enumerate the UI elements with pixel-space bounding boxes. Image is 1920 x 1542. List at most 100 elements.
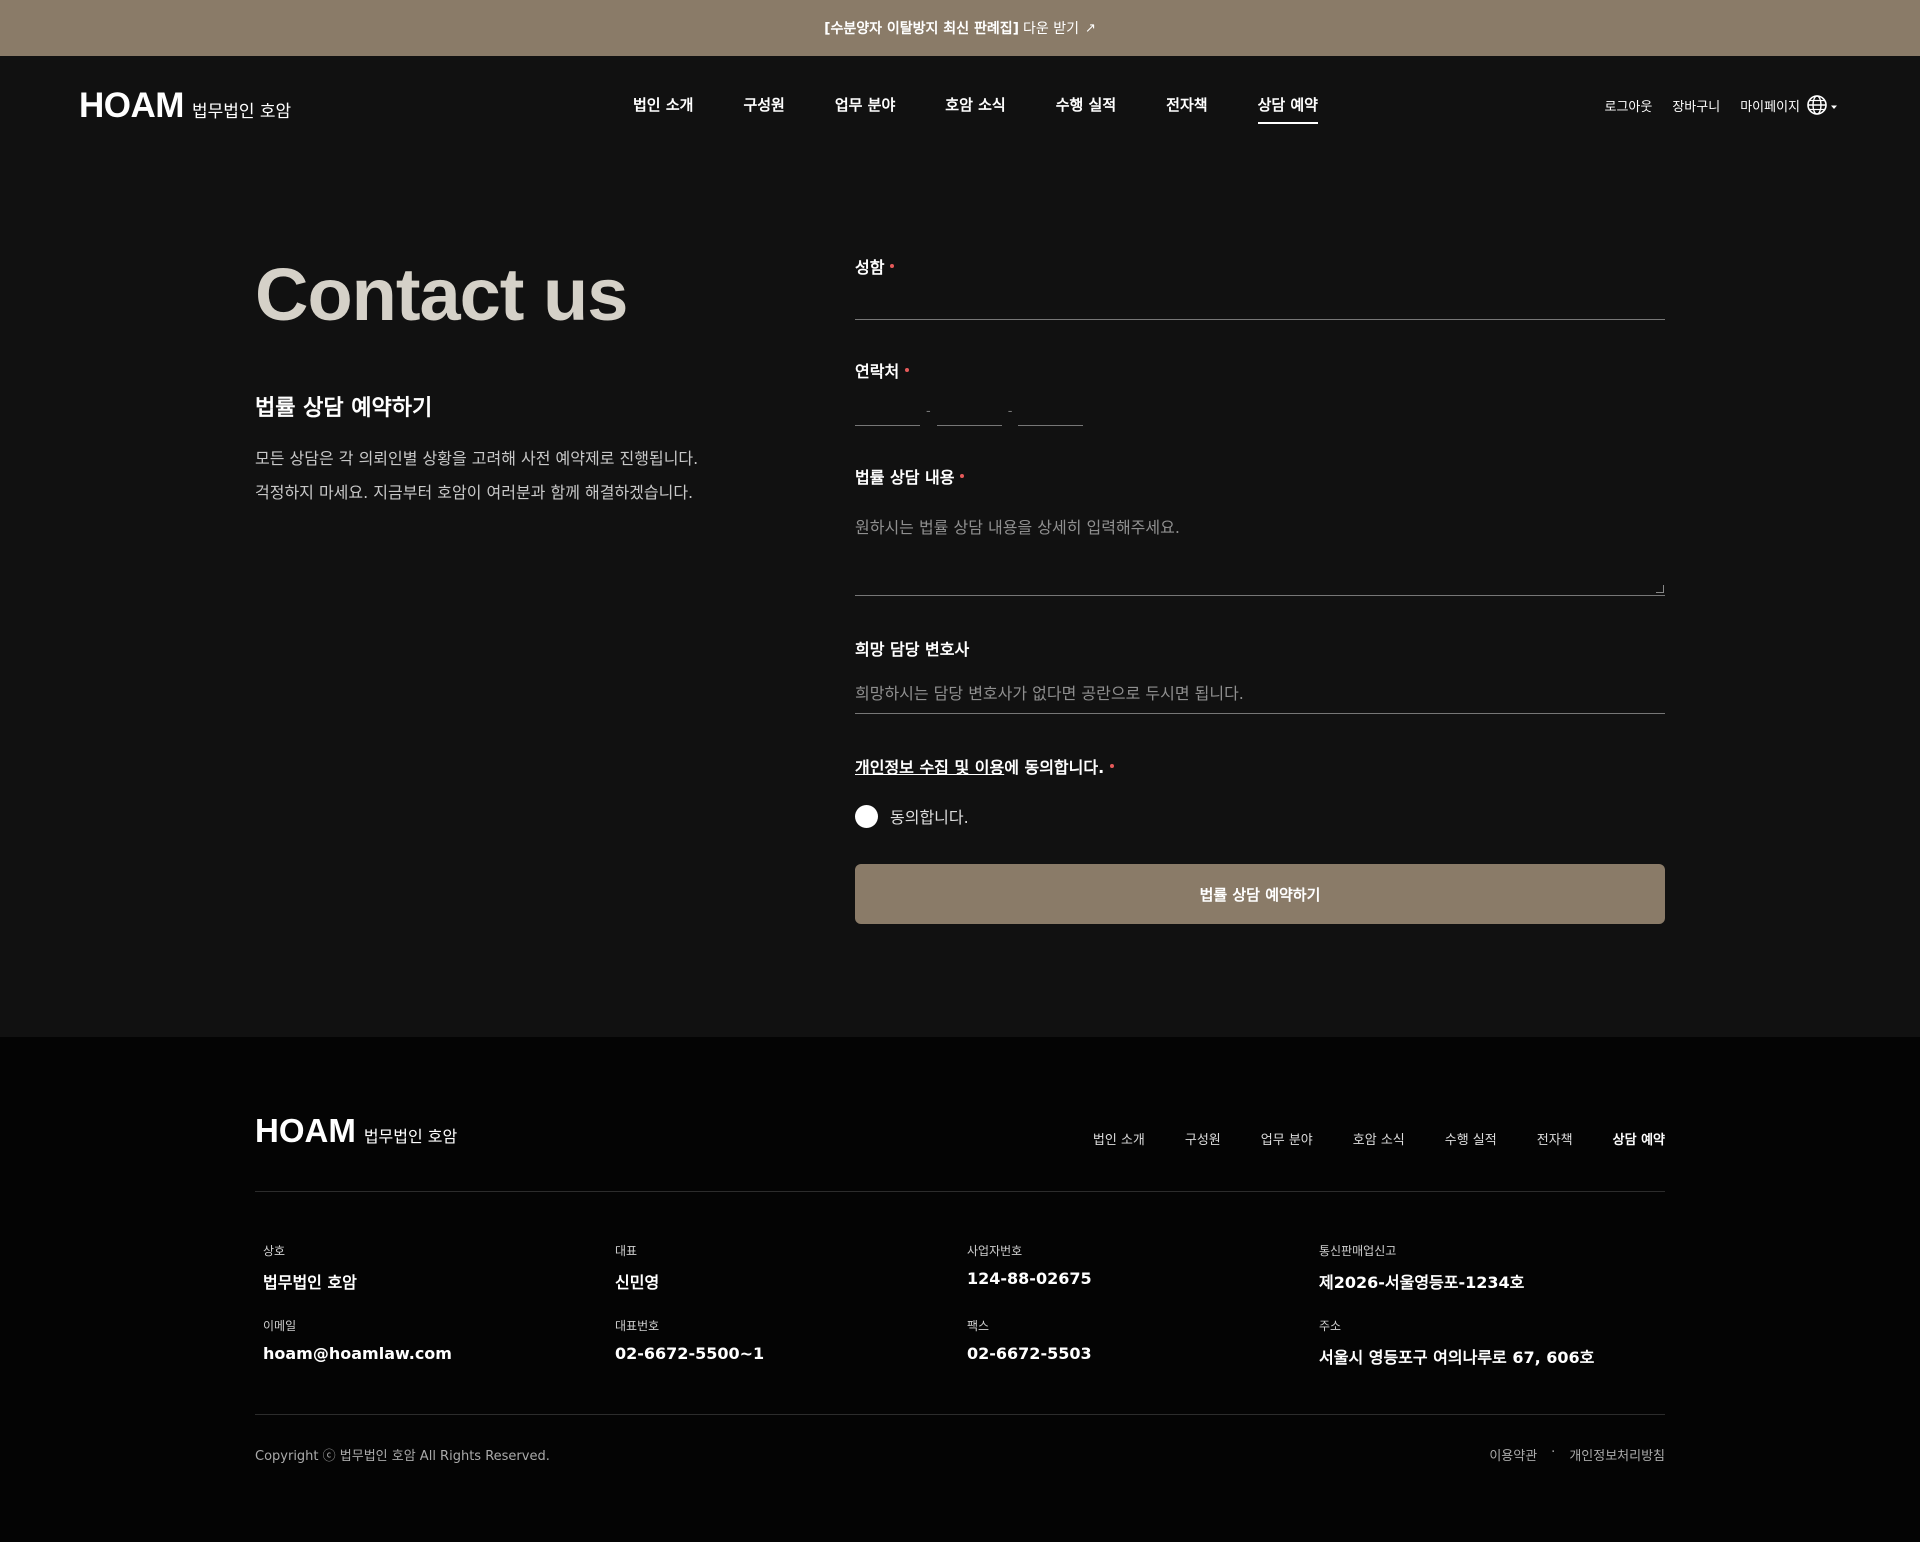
content-placeholder: 원하시는 법률 상담 내용을 상세히 입력해주세요.: [855, 518, 1180, 537]
content-label-text: 법률 상담 내용: [855, 468, 955, 487]
site-footer: HOAM 법무법인 호암 법인 소개 구성원 업무 분야 호암 소식 수행 실적…: [0, 1037, 1920, 1542]
legal-links: 이용약관 · 개인정보처리방침: [1489, 1445, 1665, 1464]
phone-label-text: 연락처: [855, 362, 900, 381]
info-key: 이메일: [263, 1319, 297, 1333]
announcement-title: [수분양자 이탈방지 최신 판례집]: [824, 21, 1019, 37]
info-key: 상호: [263, 1244, 286, 1258]
footer-nav-item-practice[interactable]: 업무 분야: [1261, 1129, 1313, 1148]
info-main-phone: 대표번호 02-6672-5500~1: [615, 1317, 967, 1368]
content-textarea[interactable]: 원하시는 법률 상담 내용을 상세히 입력해주세요.: [855, 514, 1665, 596]
site-logo[interactable]: HOAM 법무법인 호암: [79, 86, 291, 126]
nav-item-practice[interactable]: 업무 분야: [835, 94, 895, 124]
footer-logo[interactable]: HOAM 법무법인 호암: [255, 1112, 457, 1150]
info-key: 팩스: [967, 1319, 990, 1333]
info-value: 제2026-서울영등포-1234호: [1319, 1273, 1525, 1292]
cart-link[interactable]: 장바구니: [1672, 96, 1720, 115]
main-nav: 법인 소개 구성원 업무 분야 호암 소식 수행 실적 전자책 상담 예약: [633, 94, 1368, 124]
info-key: 사업자번호: [967, 1244, 1023, 1258]
agree-radio[interactable]: [855, 804, 878, 828]
required-indicator: [960, 474, 965, 478]
info-ecommerce-registration: 통신판매업신고 제2026-서울영등포-1234호: [1319, 1242, 1665, 1293]
name-label: 성함: [855, 254, 1665, 278]
info-value: 02-6672-5500~1: [615, 1344, 765, 1363]
consent-option[interactable]: 동의합니다.: [855, 804, 1665, 828]
nav-item-members[interactable]: 구성원: [743, 94, 784, 124]
logo-subtitle: 법무법인 호암: [191, 102, 292, 122]
info-value: 서울시 영등포구 여의나루로 67, 606호: [1319, 1348, 1595, 1367]
phone-separator: -: [926, 404, 931, 419]
info-value: 124-88-02675: [967, 1269, 1092, 1288]
footer-nav-item-ebook[interactable]: 전자책: [1537, 1129, 1573, 1148]
consent-label: 개인정보 수집 및 이용 에 동의합니다.: [855, 754, 1665, 778]
footer-logo-subtitle: 법무법인 호암: [363, 1127, 458, 1146]
required-indicator: [1110, 764, 1115, 768]
announcement-download-link[interactable]: 다운 받기: [1023, 18, 1079, 38]
footer-nav-item-cases[interactable]: 수행 실적: [1445, 1129, 1497, 1148]
site-header: HOAM 법무법인 호암 법인 소개 구성원 업무 분야 호암 소식 수행 실적…: [0, 56, 1920, 156]
footer-nav-item-about[interactable]: 법인 소개: [1093, 1129, 1145, 1148]
privacy-policy-link[interactable]: 개인정보 수집 및 이용: [855, 754, 1004, 778]
info-company-name: 상호 법무법인 호암: [263, 1242, 615, 1293]
arrow-up-right-icon: ↗: [1084, 20, 1096, 36]
info-value: 신민영: [615, 1273, 660, 1292]
language-selector[interactable]: [1806, 94, 1840, 120]
info-value: 02-6672-5503: [967, 1344, 1092, 1363]
mypage-link[interactable]: 마이페이지: [1740, 96, 1800, 115]
phone-input-part3[interactable]: [1018, 406, 1084, 426]
announcement-bar[interactable]: [수분양자 이탈방지 최신 판례집] 다운 받기 ↗: [0, 0, 1920, 56]
section-subtitle: 법률 상담 예약하기: [255, 396, 433, 421]
info-key: 주소: [1319, 1319, 1342, 1333]
content-label: 법률 상담 내용: [855, 464, 1665, 488]
phone-input-group: - -: [855, 404, 1665, 426]
info-key: 대표: [615, 1244, 638, 1258]
logo-wordmark: HOAM: [79, 86, 184, 125]
info-email: 이메일 hoam@hoamlaw.com: [263, 1317, 615, 1368]
section-description: 모든 상담은 각 의뢰인별 상황을 고려해 사전 예약제로 진행됩니다. 걱정하…: [255, 442, 815, 510]
footer-divider: [255, 1414, 1665, 1415]
phone-input-part1[interactable]: [855, 406, 920, 426]
nav-item-news[interactable]: 호암 소식: [945, 94, 1005, 124]
description-line: 모든 상담은 각 의뢰인별 상황을 고려해 사전 예약제로 진행됩니다.: [255, 449, 699, 468]
chevron-down-icon: [1828, 98, 1840, 117]
info-value: 법무법인 호암: [263, 1273, 357, 1292]
company-info: 상호 법무법인 호암 대표 신민영 사업자번호 124-88-02675 통신판…: [263, 1242, 1665, 1368]
globe-icon: [1806, 94, 1828, 120]
lawyer-input[interactable]: 희망하시는 담당 변호사가 없다면 공란으로 두시면 됩니다.: [855, 680, 1665, 714]
agree-label: 동의합니다.: [890, 808, 969, 827]
page-title: Contact us: [255, 253, 628, 336]
user-menu: 로그아웃 장바구니 마이페이지: [1585, 96, 1801, 115]
info-key: 대표번호: [615, 1319, 660, 1333]
consent-label-text: 에 동의합니다.: [1004, 758, 1105, 777]
logout-link[interactable]: 로그아웃: [1605, 96, 1653, 115]
lawyer-label: 희망 담당 변호사: [855, 636, 1665, 660]
required-indicator: [890, 264, 895, 268]
nav-item-about[interactable]: 법인 소개: [633, 94, 693, 124]
info-representative: 대표 신민영: [615, 1242, 967, 1293]
copyright-text: Copyright ⓒ 법무법인 호암 All Rights Reserved.: [255, 1449, 550, 1464]
footer-nav: 법인 소개 구성원 업무 분야 호암 소식 수행 실적 전자책 상담 예약: [1053, 1129, 1665, 1148]
contact-intro: Contact us 법률 상담 예약하기 모든 상담은 각 의뢰인별 상황을 …: [255, 258, 815, 510]
footer-nav-item-members[interactable]: 구성원: [1185, 1129, 1221, 1148]
lawyer-label-text: 희망 담당 변호사: [855, 640, 970, 659]
privacy-policy-footer-link[interactable]: 개인정보처리방침: [1569, 1445, 1665, 1464]
terms-link[interactable]: 이용약관: [1489, 1445, 1537, 1464]
required-indicator: [905, 368, 910, 372]
resize-handle-icon[interactable]: [1656, 585, 1664, 593]
description-line: 걱정하지 마세요. 지금부터 호암이 여러분과 함께 해결하겠습니다.: [255, 483, 694, 502]
info-address: 주소 서울시 영등포구 여의나루로 67, 606호: [1319, 1317, 1665, 1368]
name-label-text: 성함: [855, 258, 885, 277]
submit-button[interactable]: 법률 상담 예약하기: [855, 864, 1665, 924]
lawyer-placeholder: 희망하시는 담당 변호사가 없다면 공란으로 두시면 됩니다.: [855, 684, 1244, 703]
phone-label: 연락처: [855, 358, 1665, 382]
nav-item-cases[interactable]: 수행 실적: [1056, 94, 1116, 124]
info-value[interactable]: hoam@hoamlaw.com: [263, 1344, 615, 1363]
footer-divider: [255, 1191, 1665, 1192]
footer-nav-item-consult[interactable]: 상담 예약: [1613, 1129, 1665, 1148]
info-key: 통신판매업신고: [1319, 1244, 1397, 1258]
phone-input-part2[interactable]: [936, 406, 1002, 426]
phone-separator: -: [1007, 404, 1013, 419]
footer-nav-item-news[interactable]: 호암 소식: [1353, 1129, 1405, 1148]
name-input[interactable]: [855, 278, 1665, 320]
nav-item-ebook[interactable]: 전자책: [1166, 94, 1207, 124]
nav-item-consult[interactable]: 상담 예약: [1257, 94, 1318, 124]
